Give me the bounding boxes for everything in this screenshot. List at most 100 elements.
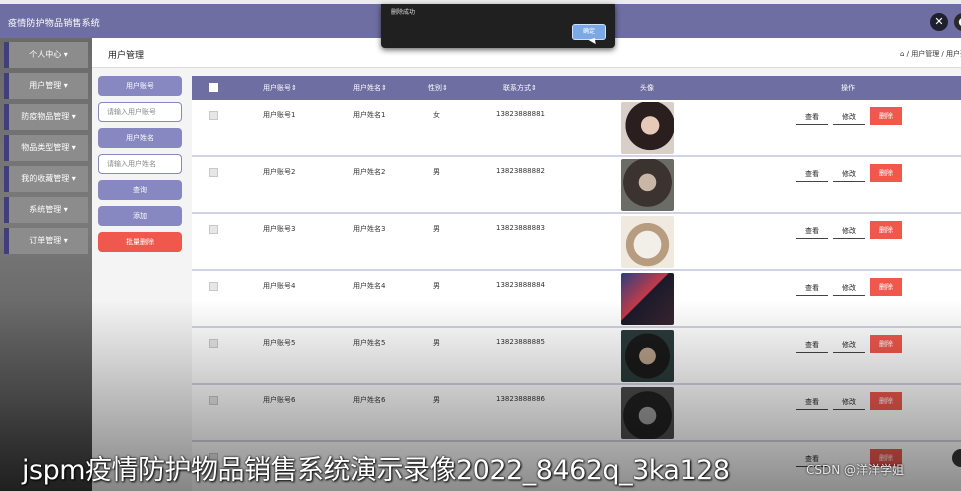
cell-phone: 13823888885 [496, 338, 545, 346]
avatar [621, 273, 674, 325]
row-checkbox[interactable] [209, 282, 218, 291]
chevron-down-icon: ▾ [71, 174, 76, 183]
edit-button[interactable]: 修改 [833, 394, 865, 410]
breadcrumb[interactable]: ⌂ / 用户管理 / 用户列 [900, 49, 961, 59]
cell-account: 用户账号1 [263, 111, 296, 119]
sidebar: 个人中心 ▾ 用户管理 ▾ 防疫物品管理 ▾ 物品类型管理 ▾ 我的收藏管理 ▾… [0, 38, 92, 491]
cell-name: 用户姓名2 [353, 168, 386, 176]
cell-name: 用户姓名1 [353, 111, 386, 119]
name-search-input[interactable] [98, 154, 182, 174]
shrink-icon[interactable]: ✕ [930, 13, 948, 31]
chevron-down-icon: ▾ [63, 205, 68, 214]
cell-account: 用户账号2 [263, 168, 296, 176]
account-label: 用户账号 [98, 76, 182, 96]
sidebar-item-label: 物品类型管理 [21, 143, 70, 152]
delete-button[interactable]: 删除 [870, 164, 902, 182]
view-button[interactable]: 查看 [796, 280, 828, 296]
cell-gender: 男 [433, 396, 440, 404]
sidebar-item-label: 用户管理 [29, 81, 62, 90]
cell-gender: 男 [433, 168, 440, 176]
edit-button[interactable]: 修改 [833, 280, 865, 296]
name-label: 用户姓名 [98, 128, 182, 148]
user-avatar-icon[interactable]: ● [954, 13, 961, 31]
delete-button[interactable]: 删除 [870, 107, 902, 125]
cell-phone: 13823888882 [496, 167, 545, 175]
app-window: 疫情防护物品销售系统 ✕ ● 个人中心 ▾ 用户管理 ▾ 防疫物品管理 ▾ 物品… [0, 0, 961, 491]
view-button[interactable]: 查看 [796, 109, 828, 125]
row-checkbox[interactable] [209, 225, 218, 234]
add-button[interactable]: 添加 [98, 206, 182, 226]
delete-button[interactable]: 删除 [870, 278, 902, 296]
cell-name: 用户姓名3 [353, 225, 386, 233]
cell-name: 用户姓名5 [353, 339, 386, 347]
batch-delete-button[interactable]: 批量删除 [98, 232, 182, 252]
sidebar-item-user-management[interactable]: 用户管理 ▾ [4, 73, 88, 99]
sidebar-item-goods-type[interactable]: 物品类型管理 ▾ [4, 135, 88, 161]
page-title: 用户管理 [108, 51, 145, 61]
table-row: 用户账号3 用户姓名3 男 13823888883 查看 修改 删除 [192, 214, 961, 271]
delete-button[interactable]: 删除 [870, 335, 902, 353]
delete-button[interactable]: 删除 [870, 392, 902, 410]
view-button[interactable]: 查看 [796, 394, 828, 410]
delete-button[interactable]: 删除 [870, 221, 902, 239]
cell-phone: 13823888883 [496, 224, 545, 232]
cell-account: 用户账号4 [263, 282, 296, 290]
sidebar-item-system[interactable]: 系统管理 ▾ [4, 197, 88, 223]
table-row: 用户账号6 用户姓名6 男 13823888886 查看 修改 删除 [192, 385, 961, 442]
avatar [621, 159, 674, 211]
avatar [621, 102, 674, 154]
avatar [621, 216, 674, 268]
avatar [621, 330, 674, 382]
account-search-input[interactable] [98, 102, 182, 122]
app-title: 疫情防护物品销售系统 [8, 19, 101, 29]
column-header-gender[interactable]: 性别⇕ [428, 76, 448, 100]
chevron-down-icon: ▾ [71, 143, 76, 152]
table-row: 用户账号5 用户姓名5 男 13823888885 查看 修改 删除 [192, 328, 961, 385]
cell-name: 用户姓名4 [353, 282, 386, 290]
edit-button[interactable]: 修改 [833, 109, 865, 125]
row-checkbox[interactable] [209, 339, 218, 348]
table-row: 用户账号4 用户姓名4 男 13823888884 查看 修改 删除 [192, 271, 961, 328]
row-checkbox[interactable] [209, 168, 218, 177]
sidebar-item-label: 个人中心 [29, 50, 62, 59]
column-header-phone[interactable]: 联系方式⇕ [503, 76, 537, 100]
alert-dialog: 删除成功 确定 [381, 4, 615, 48]
row-checkbox[interactable] [209, 396, 218, 405]
sidebar-item-favorites[interactable]: 我的收藏管理 ▾ [4, 166, 88, 192]
table-row: 用户账号1 用户姓名1 女 13823888881 查看 修改 删除 [192, 100, 961, 157]
edit-button[interactable]: 修改 [833, 337, 865, 353]
cell-account: 用户账号6 [263, 396, 296, 404]
sidebar-item-label: 订单管理 [29, 236, 62, 245]
view-button[interactable]: 查看 [796, 337, 828, 353]
chevron-down-icon: ▾ [63, 50, 68, 59]
column-header-name[interactable]: 用户姓名⇕ [353, 76, 387, 100]
select-all-checkbox[interactable] [209, 83, 218, 92]
cell-gender: 女 [433, 111, 440, 119]
chevron-down-icon: ▾ [63, 236, 68, 245]
chevron-down-icon: ▾ [71, 112, 76, 121]
dialog-message: 删除成功 [391, 9, 416, 16]
avatar [621, 387, 674, 439]
column-header-actions: 操作 [841, 84, 855, 92]
video-caption: jspm疫情防护物品销售系统演示录像2022_8462q_3ka128 [22, 455, 730, 486]
query-button[interactable]: 查询 [98, 180, 182, 200]
cell-account: 用户账号3 [263, 225, 296, 233]
view-button[interactable]: 查看 [796, 166, 828, 182]
sidebar-item-epidemic-goods[interactable]: 防疫物品管理 ▾ [4, 104, 88, 130]
edit-button[interactable]: 修改 [833, 223, 865, 239]
edit-button[interactable]: 修改 [833, 166, 865, 182]
cell-phone: 13823888886 [496, 395, 545, 403]
column-header-account[interactable]: 用户账号⇕ [263, 76, 297, 100]
sidebar-item-label: 我的收藏管理 [21, 174, 70, 183]
view-button[interactable]: 查看 [796, 223, 828, 239]
table-header: 用户账号⇕ 用户姓名⇕ 性别⇕ 联系方式⇕ 头像 操作 [192, 76, 961, 100]
cell-gender: 男 [433, 282, 440, 290]
row-checkbox[interactable] [209, 111, 218, 120]
sidebar-item-orders[interactable]: 订单管理 ▾ [4, 228, 88, 254]
cell-phone: 13823888884 [496, 281, 545, 289]
watermark: CSDN @洋洋学姐 [806, 463, 905, 477]
table-row: 用户账号2 用户姓名2 男 13823888882 查看 修改 删除 [192, 157, 961, 214]
cell-account: 用户账号5 [263, 339, 296, 347]
sidebar-item-personal-center[interactable]: 个人中心 ▾ [4, 42, 88, 68]
sidebar-item-label: 防疫物品管理 [21, 112, 70, 121]
